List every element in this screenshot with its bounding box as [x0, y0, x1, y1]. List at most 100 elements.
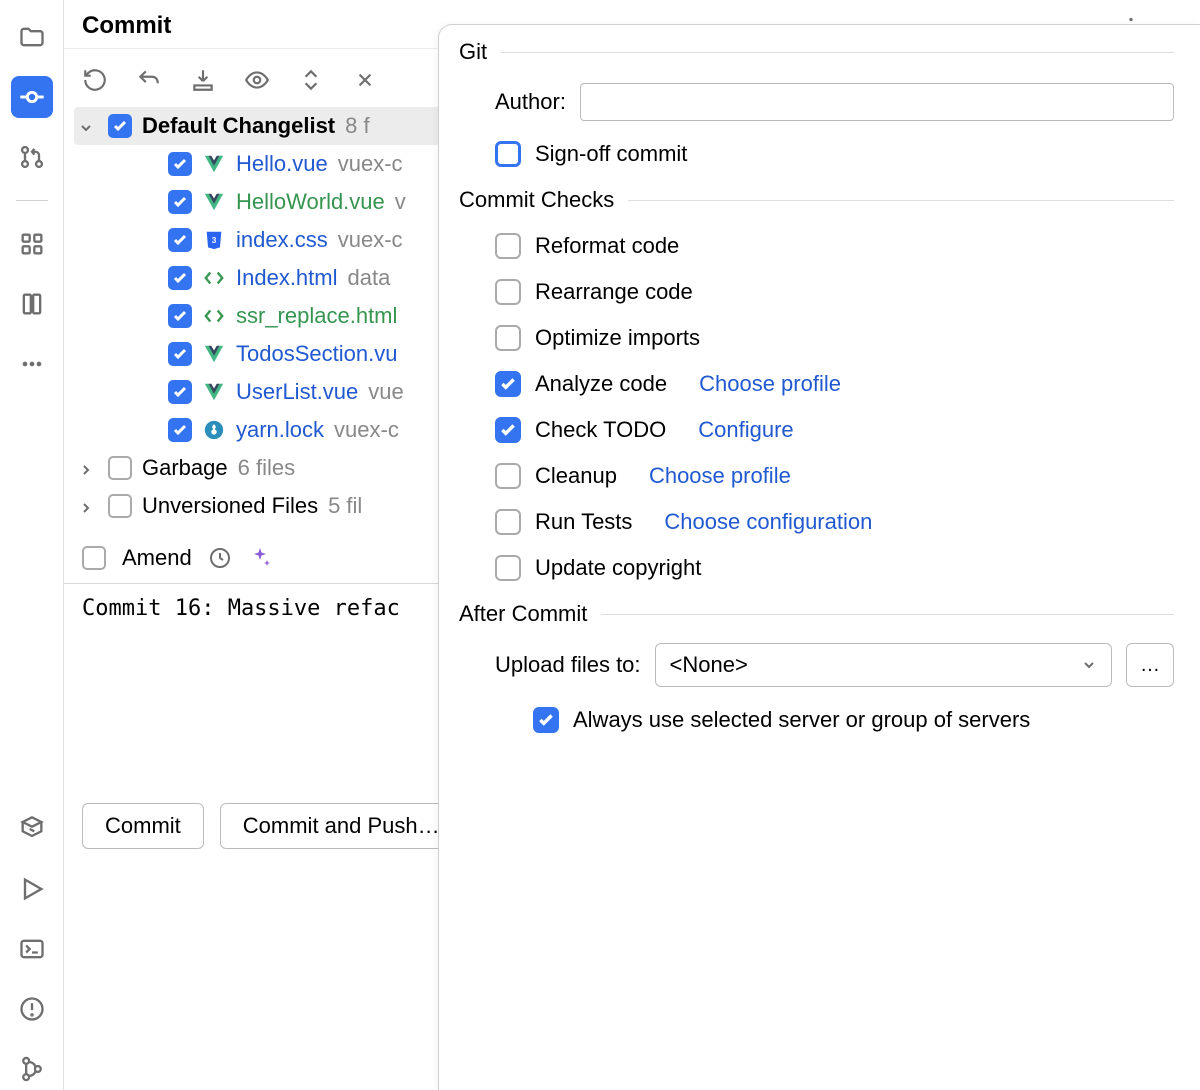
chevron-right-icon[interactable] [78, 458, 98, 478]
cleanup-link[interactable]: Choose profile [649, 463, 791, 489]
changelist-icon[interactable] [352, 67, 378, 93]
git-section-title: Git [459, 39, 1174, 65]
services-icon[interactable] [11, 808, 53, 850]
file-name: HelloWorld.vue [236, 189, 385, 215]
more-icon[interactable] [11, 343, 53, 385]
file-name: Index.html [236, 265, 338, 291]
file-checkbox[interactable] [168, 418, 192, 442]
vcs-icon[interactable] [11, 1048, 53, 1090]
author-input[interactable] [580, 83, 1174, 121]
rearrange-label: Rearrange code [535, 279, 693, 305]
vue-icon [202, 190, 226, 214]
panel-title: Commit [82, 12, 171, 40]
optimize-checkbox[interactable] [495, 325, 521, 351]
rearrange-checkbox[interactable] [495, 279, 521, 305]
garbage-count: 6 files [238, 455, 295, 481]
vue-icon [202, 380, 226, 404]
commit-icon[interactable] [11, 76, 53, 118]
garbage-checkbox[interactable] [108, 456, 132, 480]
copyright-label: Update copyright [535, 555, 701, 581]
amend-checkbox[interactable] [82, 546, 106, 570]
chevron-down-icon[interactable] [78, 116, 98, 136]
upload-select[interactable]: <None> [655, 643, 1112, 687]
refresh-icon[interactable] [82, 67, 108, 93]
amend-label: Amend [122, 545, 192, 571]
vue-icon [202, 152, 226, 176]
unversioned-checkbox[interactable] [108, 494, 132, 518]
pull-requests-icon[interactable] [11, 136, 53, 178]
run-icon[interactable] [11, 868, 53, 910]
project-icon[interactable] [11, 16, 53, 58]
checks-section-title: Commit Checks [459, 187, 1174, 213]
bookmarks-icon[interactable] [11, 283, 53, 325]
file-path: vuex-c [338, 227, 403, 253]
cleanup-label: Cleanup [535, 463, 617, 489]
commit-button[interactable]: Commit [82, 803, 204, 849]
file-checkbox[interactable] [168, 152, 192, 176]
copyright-checkbox[interactable] [495, 555, 521, 581]
copyright-row: Update copyright [495, 555, 1174, 581]
todo-checkbox[interactable] [495, 417, 521, 443]
rollback-icon[interactable] [136, 67, 162, 93]
vue-icon [202, 342, 226, 366]
always-row: Always use selected server or group of s… [533, 707, 1174, 733]
analyze-row: Analyze code Choose profile [495, 371, 1174, 397]
changelist-count: 8 f [345, 113, 369, 139]
svg-text:3: 3 [212, 236, 217, 245]
commit-push-button[interactable]: Commit and Push… [220, 803, 463, 849]
analyze-label: Analyze code [535, 371, 667, 397]
file-checkbox[interactable] [168, 342, 192, 366]
structure-icon[interactable] [11, 223, 53, 265]
author-label: Author: [495, 89, 566, 115]
garbage-label: Garbage [142, 455, 228, 481]
file-path: vuex-c [338, 151, 403, 177]
file-path: data [348, 265, 391, 291]
tool-sidebar [0, 0, 64, 1090]
always-label: Always use selected server or group of s… [573, 707, 1030, 733]
always-checkbox[interactable] [533, 707, 559, 733]
reformat-row: Reformat code [495, 233, 1174, 259]
todo-label: Check TODO [535, 417, 666, 443]
signoff-label: Sign-off commit [535, 141, 687, 167]
chevron-right-icon[interactable] [78, 496, 98, 516]
shelve-icon[interactable] [190, 67, 216, 93]
file-name: yarn.lock [236, 417, 324, 443]
tests-link[interactable]: Choose configuration [664, 509, 872, 535]
todo-link[interactable]: Configure [698, 417, 793, 443]
unversioned-count: 5 fil [328, 493, 362, 519]
upload-label: Upload files to: [495, 652, 641, 678]
css-icon: 3 [202, 228, 226, 252]
cleanup-checkbox[interactable] [495, 463, 521, 489]
terminal-icon[interactable] [11, 928, 53, 970]
reformat-checkbox[interactable] [495, 233, 521, 259]
file-path: v [395, 189, 406, 215]
reformat-label: Reformat code [535, 233, 679, 259]
file-checkbox[interactable] [168, 228, 192, 252]
signoff-row: Sign-off commit [459, 141, 1174, 167]
diff-icon[interactable] [244, 67, 270, 93]
analyze-checkbox[interactable] [495, 371, 521, 397]
file-path: vue [368, 379, 403, 405]
tests-label: Run Tests [535, 509, 632, 535]
ai-sparkle-icon[interactable] [248, 546, 272, 570]
file-checkbox[interactable] [168, 304, 192, 328]
after-section-title: After Commit [459, 601, 1174, 627]
file-checkbox[interactable] [168, 190, 192, 214]
file-name: Hello.vue [236, 151, 328, 177]
sidebar-divider [16, 200, 48, 201]
file-name: ssr_replace.html [236, 303, 397, 329]
unversioned-label: Unversioned Files [142, 493, 318, 519]
file-checkbox[interactable] [168, 380, 192, 404]
file-checkbox[interactable] [168, 266, 192, 290]
tests-row: Run Tests Choose configuration [495, 509, 1174, 535]
upload-browse-button[interactable]: … [1126, 643, 1174, 687]
expand-collapse-icon[interactable] [298, 67, 324, 93]
file-path: vuex-c [334, 417, 399, 443]
problems-icon[interactable] [11, 988, 53, 1030]
cleanup-row: Cleanup Choose profile [495, 463, 1174, 489]
changelist-checkbox[interactable] [108, 114, 132, 138]
history-icon[interactable] [208, 546, 232, 570]
analyze-link[interactable]: Choose profile [699, 371, 841, 397]
signoff-checkbox[interactable] [495, 141, 521, 167]
tests-checkbox[interactable] [495, 509, 521, 535]
